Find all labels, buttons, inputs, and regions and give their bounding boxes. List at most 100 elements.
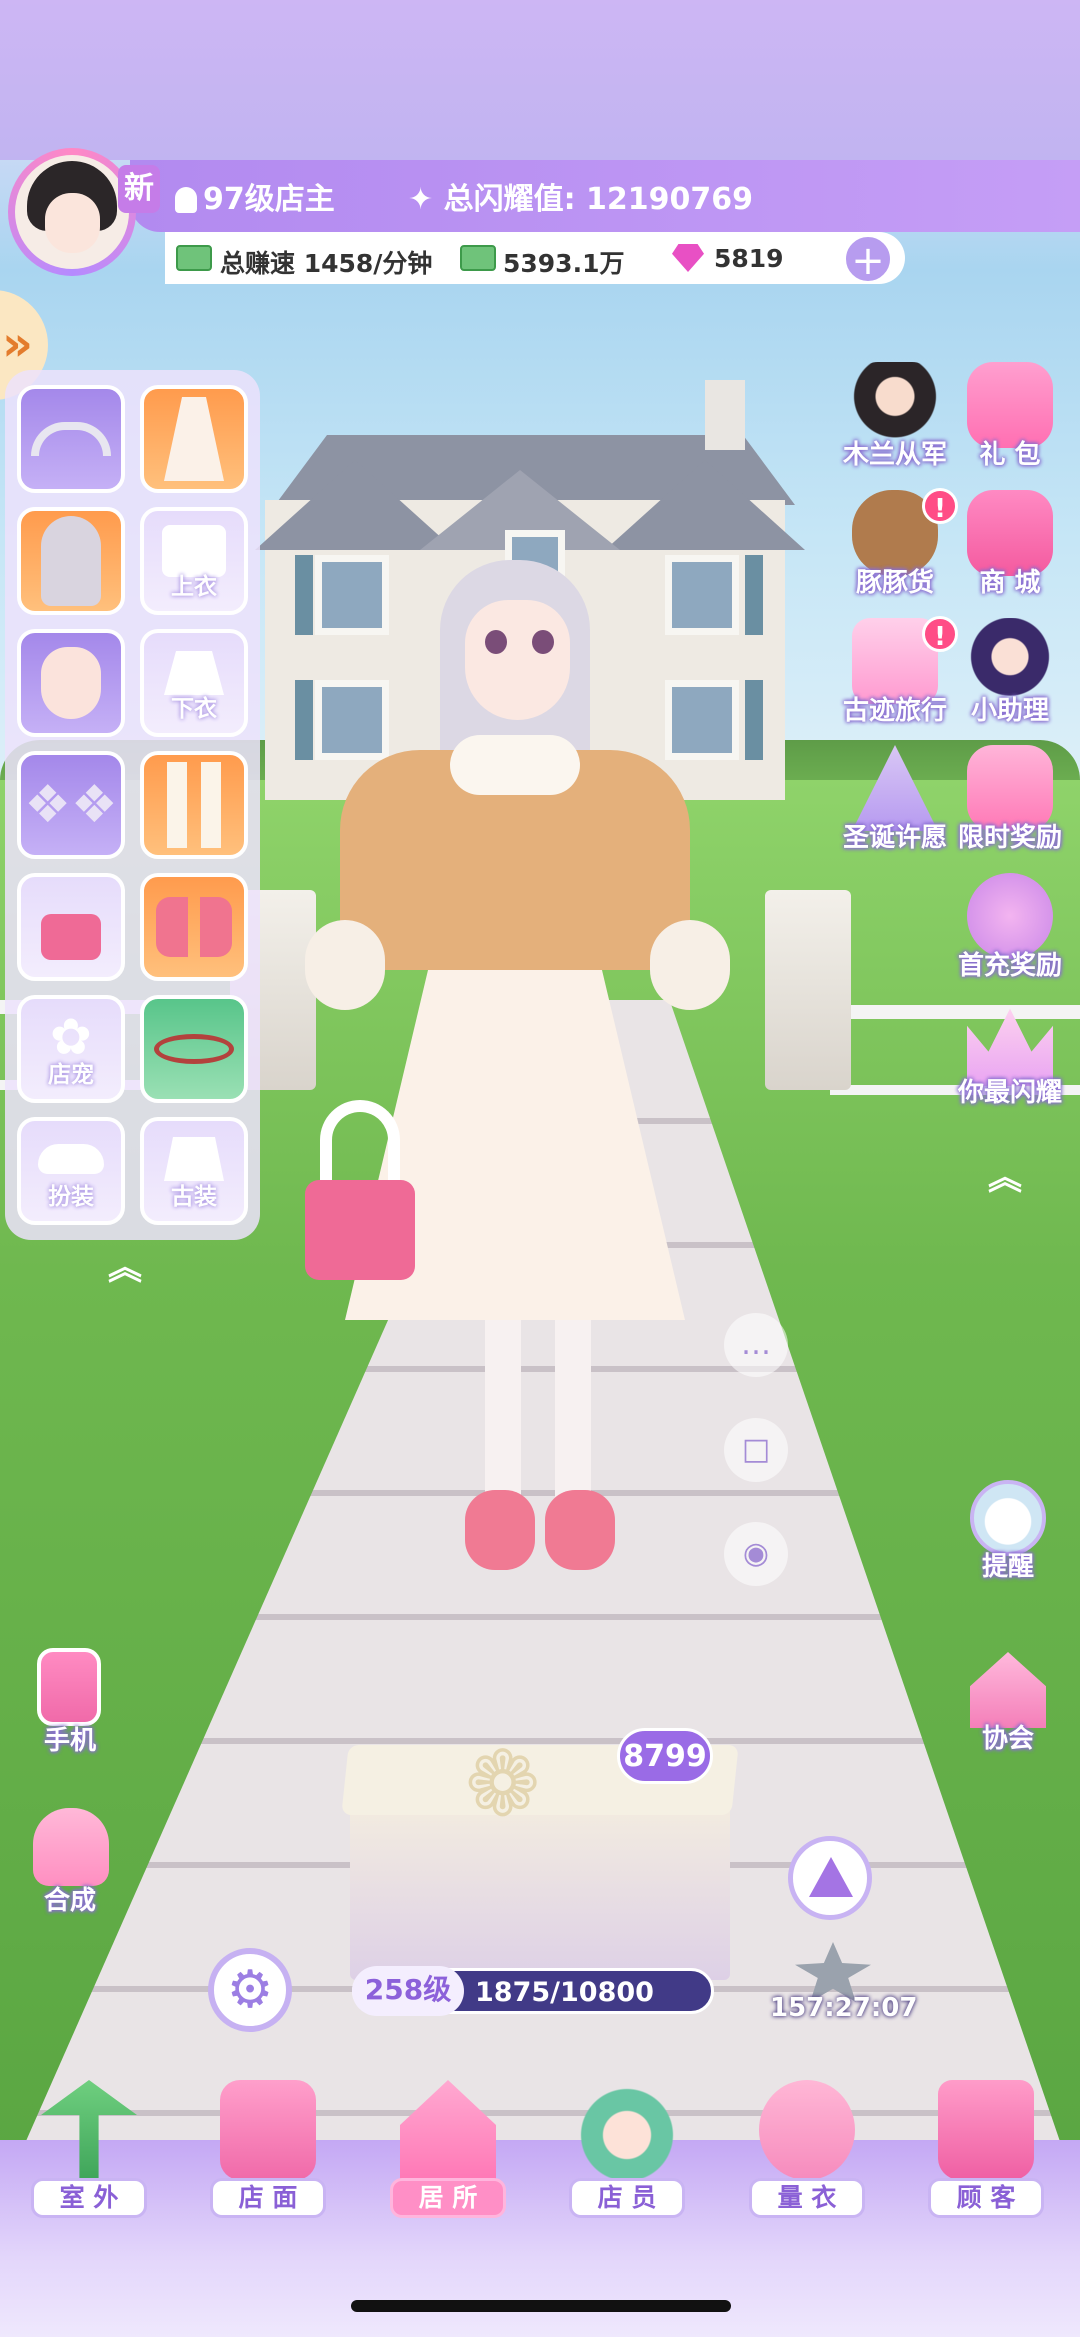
character-model[interactable] — [300, 560, 730, 1640]
gate-pillar — [765, 890, 851, 1090]
player-level: 97级店主 — [175, 174, 335, 218]
wardrobe-slot-pet[interactable]: ✿ 店宠 — [17, 995, 125, 1103]
wardrobe-slot-ancient-outfit[interactable]: 古装 — [140, 1117, 248, 1225]
cash-amount: 5393.1万 — [503, 249, 625, 278]
feature-heritage-travel[interactable]: ! 古迹旅行 — [830, 616, 960, 748]
shoes-icon — [156, 897, 232, 957]
avatar-face — [45, 193, 100, 253]
camera-icon: ◉ — [742, 1536, 770, 1571]
phone-button[interactable]: 手机 — [15, 1648, 125, 1758]
box-icon: □ — [741, 1432, 771, 1467]
character-cuff — [305, 920, 385, 1010]
add-currency-button[interactable]: + — [843, 234, 893, 284]
character-face — [465, 600, 570, 720]
feature-shop[interactable]: 商 城 — [945, 490, 1075, 620]
face-icon — [41, 647, 101, 719]
total-shine: ✦ 总闪耀值: 12190769 — [408, 174, 753, 218]
dress-icon — [164, 397, 224, 481]
collapse-features-icon[interactable]: ︽ — [988, 1150, 1022, 1199]
wizard-hat-icon — [809, 1857, 853, 1897]
shutter — [745, 680, 763, 760]
player-avatar[interactable] — [8, 148, 136, 276]
chat-bubble-icon: … — [741, 1327, 771, 1362]
staff-icon — [579, 2080, 675, 2180]
feature-capybara-goods[interactable]: ! 豚豚货 — [830, 488, 960, 620]
phone-icon — [37, 1648, 101, 1726]
character-shoe — [545, 1490, 615, 1570]
character-eye — [485, 630, 507, 654]
gem-amount: 5819 — [714, 244, 784, 273]
gift-box-body — [350, 1805, 730, 1980]
handbag-icon — [41, 914, 101, 960]
snowman-icon — [970, 1480, 1046, 1556]
wardrobe-slot-headband[interactable] — [17, 385, 125, 493]
wardrobe-panel: 上衣 下衣 ❖❖ ✿ 店宠 扮装 古装 — [5, 370, 260, 1240]
top-band — [0, 0, 1080, 160]
wizard-hat-button[interactable] — [788, 1836, 872, 1920]
gear-icon: ⚙ — [226, 1960, 274, 2020]
shopping-bag-icon — [938, 2080, 1034, 2180]
wardrobe-slot-handbag[interactable] — [17, 873, 125, 981]
nav-outdoor[interactable]: 室 外 — [13, 2080, 163, 2220]
wardrobe-slot-shoes[interactable] — [140, 873, 248, 981]
compose-button[interactable]: 合成 — [15, 1808, 125, 1918]
feature-christmas-wish[interactable]: 圣诞许愿 — [830, 745, 960, 875]
wardrobe-slot-bottom[interactable]: 下衣 — [140, 629, 248, 737]
person-icon — [175, 187, 197, 213]
cash-icon — [460, 245, 496, 271]
wardrobe-slot-costume[interactable]: 扮装 — [17, 1117, 125, 1225]
player-level-text: 97级店主 — [203, 182, 335, 217]
nav-measure[interactable]: 量 衣 — [731, 2080, 881, 2220]
hair-icon — [41, 516, 101, 606]
chimney — [705, 380, 745, 450]
nav-storefront[interactable]: 店 面 — [192, 2080, 342, 2220]
new-badge: 新 — [118, 165, 160, 213]
character-collar — [450, 735, 580, 795]
wardrobe-slot-hair[interactable] — [17, 507, 125, 615]
home-indicator[interactable] — [351, 2300, 731, 2312]
bracelet-icon — [154, 1034, 234, 1064]
avatar-portrait — [15, 155, 129, 269]
wardrobe-slot-earrings[interactable]: ❖❖ — [17, 751, 125, 859]
wardrobe-slot-socks[interactable] — [140, 751, 248, 859]
wardrobe-slot-face[interactable] — [17, 629, 125, 737]
robe-icon — [164, 1137, 224, 1181]
shutter — [745, 555, 763, 635]
feature-assistant[interactable]: 小助理 — [945, 618, 1075, 748]
character-eye — [532, 630, 554, 654]
collapse-wardrobe-icon[interactable]: ︽ — [108, 1240, 142, 1289]
wardrobe-slot-bracelet[interactable] — [140, 995, 248, 1103]
settings-button[interactable]: ⚙ — [208, 1948, 292, 2032]
socks-icon — [167, 762, 221, 848]
headband-icon — [31, 422, 111, 456]
storefront-icon — [220, 2080, 316, 2180]
pot-icon — [33, 1808, 109, 1886]
house-icon — [400, 2080, 496, 2180]
countdown-timer: 157:27:07 — [770, 1993, 918, 2023]
feature-gift-pack[interactable]: 礼 包 — [945, 362, 1075, 492]
nav-residence[interactable]: 居 所 — [372, 2080, 522, 2220]
feature-limited-reward[interactable]: 限时奖励 — [945, 745, 1075, 875]
sparkle-icon: ✦ — [408, 182, 434, 217]
feature-you-shine[interactable]: 你最闪耀 — [945, 1000, 1075, 1130]
character-cuff — [650, 920, 730, 1010]
level-progress-text: 1875/10800 — [475, 1977, 654, 2008]
wardrobe-slot-top[interactable]: 上衣 — [140, 507, 248, 615]
palm-tree-icon — [41, 2080, 137, 2180]
earn-rate: 总赚速 1458/分钟 — [220, 249, 433, 278]
tape-measure-icon — [759, 2080, 855, 2180]
total-shine-text: 总闪耀值: 12190769 — [443, 182, 754, 217]
mask-icon — [38, 1144, 104, 1174]
character-handbag — [305, 1180, 415, 1280]
gift-level: 258级 — [352, 1966, 464, 2016]
nav-staff[interactable]: 店 员 — [551, 2080, 701, 2220]
wardrobe-slot-dress[interactable] — [140, 385, 248, 493]
feature-first-recharge[interactable]: 首充奖励 — [945, 873, 1075, 1003]
character-shoe — [465, 1490, 535, 1570]
camera-button[interactable]: ◉ — [724, 1522, 788, 1586]
box-button[interactable]: □ — [724, 1418, 788, 1482]
feature-mulan[interactable]: 木兰从军 — [830, 362, 960, 492]
chat-button[interactable]: … — [724, 1313, 788, 1377]
earrings-icon: ❖❖ — [24, 775, 118, 835]
nav-customers[interactable]: 顾 客 — [910, 2080, 1060, 2220]
